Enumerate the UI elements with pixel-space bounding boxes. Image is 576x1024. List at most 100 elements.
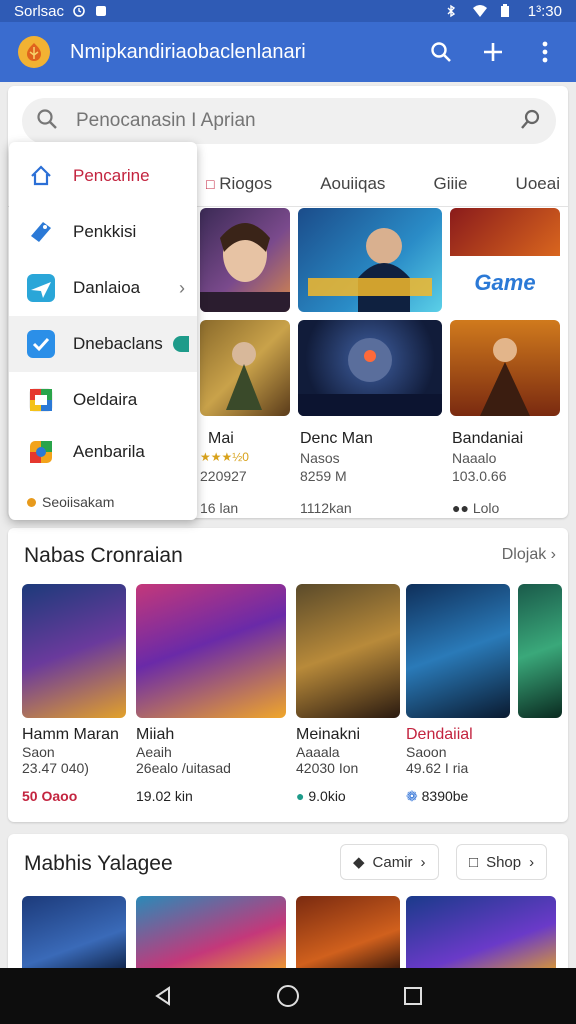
- game-meta: 8259 M: [300, 468, 347, 484]
- game-meta: Naaalo: [452, 450, 497, 466]
- game-meta: Saon: [22, 744, 55, 760]
- game-art: [296, 584, 400, 718]
- game-title: Dendaiial: [406, 726, 473, 743]
- game-title: Miiah: [136, 726, 175, 743]
- game-meta: Nasos: [300, 450, 340, 466]
- game-card[interactable]: [518, 584, 562, 718]
- sync-icon: [72, 4, 86, 18]
- chevron-right-icon: ›: [529, 853, 535, 871]
- game-art: [518, 584, 562, 718]
- system-nav-bar: [0, 968, 576, 1024]
- search-input[interactable]: [76, 110, 520, 132]
- tab-category-1[interactable]: □ Riogos: [206, 174, 272, 194]
- game-card[interactable]: [22, 896, 126, 968]
- more-vert-icon[interactable]: [532, 39, 558, 65]
- home-icon: [27, 162, 55, 190]
- game-art: [22, 584, 126, 718]
- game-size: ●● Lolo: [452, 500, 500, 516]
- game-title: Hamm Maran: [22, 726, 119, 743]
- game-meta: 220927: [200, 468, 247, 484]
- game-tile[interactable]: Game: [450, 208, 560, 312]
- search-icon: [36, 108, 58, 135]
- menu-item-tag[interactable]: Penkkisi: [9, 204, 197, 260]
- check-icon: [27, 330, 55, 358]
- game-tile[interactable]: [298, 320, 442, 416]
- game-meta: Aaaala: [296, 744, 340, 760]
- shop-chip[interactable]: □ Shop ›: [456, 844, 548, 880]
- compass-icon: ◆: [353, 854, 365, 871]
- game-meta: 23.47 040): [22, 760, 89, 776]
- calendar-icon: [27, 386, 55, 414]
- game-card[interactable]: Hamm Maran Saon 23.47 040) 50 Oaoo: [22, 584, 126, 804]
- mic-search-icon[interactable]: [520, 108, 542, 135]
- section-popular: Mabhis Yalagee ◆ Camir › □ Shop ›: [8, 834, 568, 968]
- game-art: [136, 584, 286, 718]
- menu-item-calendar[interactable]: Oeldaira: [9, 372, 197, 428]
- search-icon[interactable]: [428, 39, 454, 65]
- game-art: [406, 584, 510, 718]
- see-more-link[interactable]: Dlojak ›: [502, 546, 556, 564]
- game-card[interactable]: [296, 896, 400, 968]
- toggle-indicator-icon: [173, 336, 189, 352]
- menu-item-puzzle[interactable]: Aenbarila: [9, 424, 197, 480]
- menu-item-check[interactable]: Dnebaclans: [9, 316, 197, 372]
- game-card[interactable]: Meinakni Aaaala 42030 Ion ● 9.0kio: [296, 584, 400, 804]
- game-size: 1112kan: [300, 500, 352, 516]
- game-card[interactable]: Dendaiial Saoon 49.62 I ria ❁ 8390be: [406, 584, 510, 805]
- game-tile[interactable]: [200, 208, 290, 312]
- dropdown-footer[interactable]: Seoiisakam: [27, 494, 114, 510]
- tab-category-4[interactable]: Uoeai: [516, 174, 560, 194]
- notification-icon: [94, 4, 108, 18]
- menu-item-plane[interactable]: Danlaioa ›: [9, 260, 197, 316]
- main-content: □ Riogos Aouiiqas Giiie Uoeai Game Mai ★…: [0, 82, 576, 968]
- game-size: 16 lan: [200, 500, 239, 516]
- chevron-right-icon: ›: [420, 853, 426, 871]
- game-meta: 49.62 I ria: [406, 760, 469, 776]
- game-price: ❁ 8390be: [406, 788, 469, 804]
- game-tile[interactable]: [298, 208, 442, 312]
- game-tile[interactable]: [200, 320, 290, 416]
- game-title: Bandaniai: [452, 430, 524, 447]
- app-logo-icon[interactable]: [18, 36, 50, 68]
- app-bar: Nmipkandiriaobaclenlanari: [0, 22, 576, 82]
- game-price: 50 Oaoo: [22, 788, 78, 804]
- section-title: Nabas Cronraian: [24, 544, 183, 567]
- tab-category-2[interactable]: Aouiiqas: [320, 174, 385, 194]
- game-meta: 26ealo /uitasad: [136, 760, 231, 776]
- tile-game-text: Game: [474, 270, 536, 295]
- wifi-icon: [472, 4, 487, 18]
- tag-icon: [27, 218, 55, 246]
- controller-icon: ●●: [452, 500, 469, 516]
- recents-icon[interactable]: [398, 981, 428, 1011]
- game-meta: Aeaih: [136, 744, 172, 760]
- game-card[interactable]: Miiah Aeaih 26ealo /uitasad 19.02 kin: [136, 584, 286, 804]
- back-icon[interactable]: [148, 981, 178, 1011]
- compass-chip[interactable]: ◆ Camir ›: [340, 844, 439, 880]
- add-icon[interactable]: [480, 39, 506, 65]
- section-new-releases: Nabas Cronraian Dlojak › Hamm Maran Saon…: [8, 528, 568, 822]
- menu-item-home[interactable]: Pencarine: [9, 148, 197, 204]
- game-card[interactable]: [406, 896, 556, 968]
- home-nav-icon[interactable]: [273, 981, 303, 1011]
- game-card[interactable]: [136, 896, 286, 968]
- game-price: ● 9.0kio: [296, 788, 346, 804]
- game-price: 19.02 kin: [136, 788, 193, 804]
- gear-icon: ❁: [406, 788, 418, 804]
- status-left-text: Sorlsac: [14, 2, 65, 20]
- battery-icon: [500, 4, 514, 18]
- search-bar[interactable]: [22, 98, 556, 144]
- plane-icon: [27, 274, 55, 302]
- chevron-right-icon: ›: [179, 277, 185, 298]
- rating-stars: ★★★½0: [200, 450, 249, 464]
- status-time: 1³:30: [527, 2, 562, 20]
- dot-icon: [27, 497, 36, 507]
- game-meta: Saoon: [406, 744, 447, 760]
- game-tile[interactable]: [450, 320, 560, 416]
- tab-category-3[interactable]: Giiie: [433, 174, 467, 194]
- shop-icon: □: [469, 853, 479, 871]
- dropdown-menu: Pencarine Penkkisi Danlaioa › Dnebaclans: [9, 142, 197, 520]
- puzzle-icon: [27, 438, 55, 466]
- game-title: Mai: [208, 430, 234, 447]
- gamepad-icon: ●: [296, 788, 305, 804]
- section-title: Mabhis Yalagee: [24, 852, 173, 875]
